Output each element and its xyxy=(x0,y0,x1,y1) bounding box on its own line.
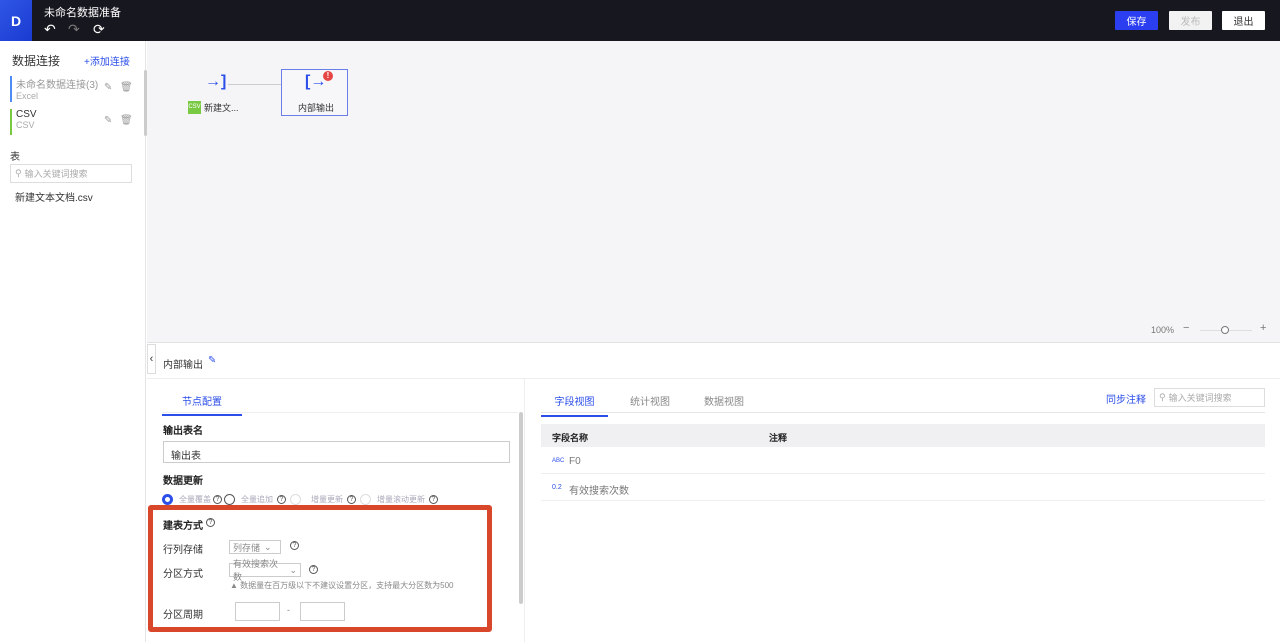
sync-comment-button[interactable]: 同步注释 xyxy=(1106,391,1146,406)
help-icon[interactable]: ? xyxy=(206,518,215,527)
connection-type: CSV xyxy=(16,120,35,130)
add-connection-button[interactable]: +添加连接 xyxy=(84,53,130,68)
warning-icon: ▲ xyxy=(230,581,241,590)
text-type-icon: ABC xyxy=(552,458,565,464)
field-name: F0 xyxy=(569,456,581,467)
column-header: 字段名称 xyxy=(552,433,589,443)
edit-icon[interactable]: ✎ xyxy=(104,82,112,93)
field-name: 有效搜索次数 xyxy=(569,486,629,497)
tables-title: 表 xyxy=(10,152,20,163)
select-value: 列存储 xyxy=(233,542,261,553)
help-icon[interactable]: ? xyxy=(290,541,299,550)
zoom-slider-handle[interactable] xyxy=(1221,326,1229,334)
redo-icon[interactable]: ↷ xyxy=(68,21,80,38)
edit-icon[interactable]: ✎ xyxy=(104,115,112,126)
edge xyxy=(228,84,282,85)
warning-text: 数据量在百万级以下不建议设置分区，支持最大分区数为500 xyxy=(240,581,454,590)
period-end-input[interactable] xyxy=(300,602,345,621)
node-label[interactable]: 新建文... xyxy=(204,101,239,114)
zoom-level: 100% xyxy=(1151,325,1175,335)
search-icon: ⚲ xyxy=(1159,392,1166,402)
edit-title-icon[interactable]: ✎ xyxy=(208,355,216,366)
exit-button[interactable]: 退出 xyxy=(1222,11,1265,30)
search-placeholder: 输入关键词搜索 xyxy=(1168,393,1232,403)
help-icon[interactable]: ? xyxy=(309,565,318,574)
number-type-icon: 0.2 xyxy=(552,484,562,491)
period-label: 分区周期 xyxy=(163,610,203,621)
storage-label: 行列存储 xyxy=(163,545,203,556)
help-icon[interactable]: ? xyxy=(277,495,286,504)
tab-field-view[interactable]: 字段视图 xyxy=(541,393,608,417)
publish-button[interactable]: 发布 xyxy=(1169,11,1212,30)
field-search-input[interactable]: ⚲ 输入关键词搜索 xyxy=(1154,388,1265,407)
radio-label[interactable]: 增量滚动更新 xyxy=(377,494,425,505)
radio[interactable] xyxy=(224,494,235,505)
table-header xyxy=(541,424,1265,447)
divider xyxy=(541,412,1265,413)
table-row[interactable] xyxy=(541,448,1265,474)
input-node-icon[interactable]: →] xyxy=(205,73,226,91)
search-icon: ⚲ xyxy=(15,168,22,178)
period-start-input[interactable] xyxy=(235,602,280,621)
tab-stats-view[interactable]: 统计视图 xyxy=(630,393,670,408)
search-placeholder: 输入关键词搜索 xyxy=(24,169,88,179)
divider xyxy=(524,379,525,642)
node-label: 内部输出 xyxy=(298,103,335,113)
help-icon[interactable]: ? xyxy=(347,495,356,504)
build-label: 建表方式 xyxy=(163,521,203,532)
table-row[interactable] xyxy=(541,475,1265,501)
help-icon[interactable]: ? xyxy=(213,495,222,504)
divider xyxy=(147,378,1280,379)
connection-type: Excel xyxy=(16,91,39,101)
undo-icon[interactable]: ↶ xyxy=(44,21,56,38)
radio-label[interactable]: 全量追加 xyxy=(241,494,273,505)
table-item[interactable]: 新建文本文档.csv xyxy=(15,189,93,204)
help-icon[interactable]: ? xyxy=(429,495,438,504)
output-name-input[interactable]: 输出表 xyxy=(163,441,510,463)
app-logo[interactable]: D xyxy=(0,0,32,41)
save-button[interactable]: 保存 xyxy=(1115,11,1158,30)
radio[interactable] xyxy=(290,494,301,505)
update-radio-group: 全量覆盖? 全量追加? 增量更新? 增量滚动更新? xyxy=(162,494,438,505)
partition-label: 分区方式 xyxy=(163,569,203,580)
connection-item[interactable]: 未命名数据连接(3) Excel xyxy=(10,76,135,102)
update-label: 数据更新 xyxy=(163,476,203,487)
sidebar-title: 数据连接 xyxy=(12,54,61,68)
connection-name: 未命名数据连接(3) xyxy=(16,80,99,91)
delete-icon[interactable]: 🗑 xyxy=(120,82,133,93)
radio[interactable] xyxy=(360,494,371,505)
chevron-down-icon: ⌄ xyxy=(264,541,272,552)
storage-select[interactable]: 列存储 ⌄ xyxy=(229,540,281,554)
tab-data-view[interactable]: 数据视图 xyxy=(704,393,744,408)
connection-item[interactable]: CSV CSV xyxy=(10,109,135,135)
connection-name: CSV xyxy=(16,109,37,120)
top-bar xyxy=(0,0,1280,41)
partition-warning: ▲ 数据量在百万级以下不建议设置分区，支持最大分区数为500 xyxy=(230,580,454,591)
column-header: 注释 xyxy=(769,433,788,443)
partition-select[interactable]: 有效搜索次数 ⌄ xyxy=(229,559,301,582)
chevron-down-icon: ⌄ xyxy=(289,564,297,575)
delete-icon[interactable]: 🗑 xyxy=(120,115,133,126)
zoom-out-button[interactable]: − xyxy=(1183,322,1189,334)
node-title: 内部输出 xyxy=(163,360,203,371)
radio-label[interactable]: 全量覆盖 xyxy=(179,494,211,505)
error-icon: ! xyxy=(323,71,333,81)
zoom-in-button[interactable]: + xyxy=(1260,322,1266,334)
config-scrollbar[interactable] xyxy=(519,412,523,604)
csv-badge: CSV xyxy=(188,101,201,114)
period-separator: - xyxy=(287,605,290,615)
refresh-icon[interactable]: ⟳ xyxy=(93,21,105,38)
radio-label[interactable]: 增量更新 xyxy=(311,494,343,505)
page-title: 未命名数据准备 xyxy=(44,7,121,19)
output-name-label: 输出表名 xyxy=(163,426,203,437)
table-search-input[interactable]: ⚲ 输入关键词搜索 xyxy=(10,164,132,183)
collapse-button[interactable]: ‹ xyxy=(147,344,156,374)
radio-selected[interactable] xyxy=(162,494,173,505)
divider xyxy=(162,412,518,413)
